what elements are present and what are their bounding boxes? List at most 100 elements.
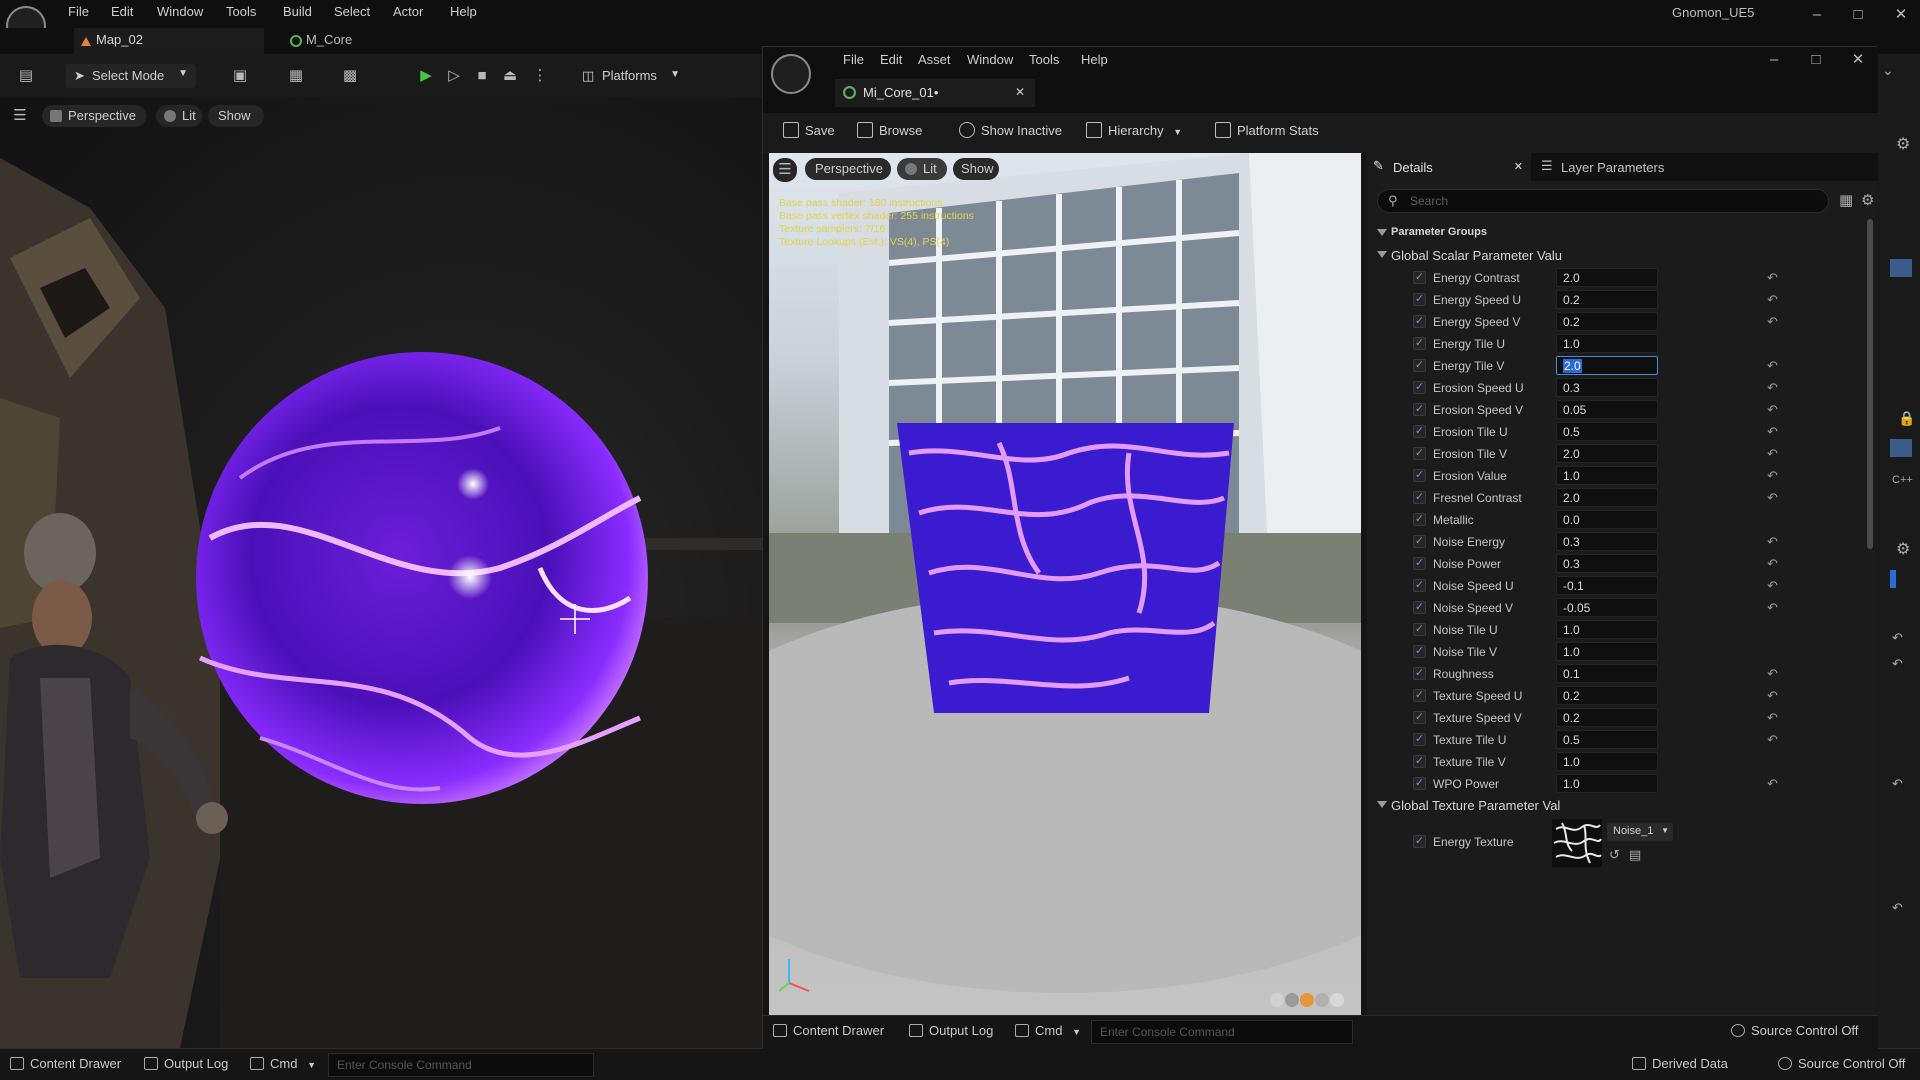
param-value-input[interactable]: 0.5: [1556, 422, 1658, 441]
mi-menu-edit[interactable]: Edit: [876, 51, 906, 68]
platform-stats-button[interactable]: Platform Stats: [1215, 122, 1319, 138]
chevron-down-icon[interactable]: ⌄: [1882, 62, 1894, 79]
reset-to-default-icon[interactable]: ↶: [1767, 688, 1778, 704]
texture-group-header[interactable]: Global Texture Parameter Val: [1367, 795, 1864, 817]
param-enable-checkbox[interactable]: ✓: [1413, 733, 1426, 746]
param-enable-checkbox[interactable]: ✓: [1413, 315, 1426, 328]
param-enable-checkbox[interactable]: ✓: [1413, 513, 1426, 526]
param-enable-checkbox[interactable]: ✓: [1413, 579, 1426, 592]
reset-to-default-icon[interactable]: ↶: [1767, 270, 1778, 286]
mi-lit-button[interactable]: Lit: [897, 158, 947, 180]
param-value-input[interactable]: 0.2: [1556, 312, 1658, 331]
reset-to-default-icon[interactable]: ↶: [1767, 776, 1778, 792]
eject-icon[interactable]: ⏏: [498, 64, 522, 88]
param-value-input[interactable]: 1.0: [1556, 334, 1658, 353]
param-enable-checkbox[interactable]: ✓: [1413, 403, 1426, 416]
maximize-icon[interactable]: □: [1801, 49, 1831, 71]
hamburger-menu-icon[interactable]: ☰: [773, 158, 797, 182]
maximize-icon[interactable]: □: [1843, 4, 1873, 26]
table-view-icon[interactable]: ▦: [1839, 191, 1853, 209]
minimize-icon[interactable]: –: [1802, 4, 1832, 26]
param-value-input[interactable]: 0.1: [1556, 664, 1658, 683]
reset-to-default-icon[interactable]: ↶: [1767, 578, 1778, 594]
add-actor-icon[interactable]: ▣: [228, 64, 252, 88]
param-value-input[interactable]: 1.0: [1556, 620, 1658, 639]
param-enable-checkbox[interactable]: ✓: [1413, 601, 1426, 614]
param-value-input[interactable]: 1.0: [1556, 642, 1658, 661]
param-enable-checkbox[interactable]: ✓: [1413, 381, 1426, 394]
menu-edit[interactable]: Edit: [107, 3, 137, 20]
menu-build[interactable]: Build: [279, 3, 316, 20]
param-enable-checkbox[interactable]: ✓: [1413, 535, 1426, 548]
reset-to-default-icon[interactable]: ↶: [1767, 314, 1778, 330]
param-value-input[interactable]: 1.0: [1556, 752, 1658, 771]
param-enable-checkbox[interactable]: ✓: [1413, 337, 1426, 350]
level-viewport[interactable]: [0, 98, 770, 1048]
param-enable-checkbox[interactable]: ✓: [1413, 359, 1426, 372]
param-enable-checkbox[interactable]: ✓: [1413, 835, 1426, 848]
menu-help[interactable]: Help: [446, 3, 481, 20]
mi-menu-file[interactable]: File: [839, 51, 868, 68]
param-enable-checkbox[interactable]: ✓: [1413, 557, 1426, 570]
save-all-icon[interactable]: ▤: [14, 64, 38, 88]
more-options-icon[interactable]: ⋮: [528, 64, 552, 88]
reset-to-default-icon[interactable]: ↶: [1767, 732, 1778, 748]
gear-icon[interactable]: ⚙: [1861, 191, 1874, 209]
reset-to-default-icon[interactable]: ↶: [1767, 292, 1778, 308]
details-search-input[interactable]: ⚲ Search: [1377, 189, 1829, 213]
menu-window[interactable]: Window: [153, 3, 207, 20]
param-enable-checkbox[interactable]: ✓: [1413, 491, 1426, 504]
details-scrollbar[interactable]: [1867, 219, 1873, 549]
cinematics-icon[interactable]: ▩: [338, 64, 362, 88]
reset-to-default-icon[interactable]: ↶: [1767, 380, 1778, 396]
param-enable-checkbox[interactable]: ✓: [1413, 469, 1426, 482]
close-tab-icon[interactable]: ✕: [1015, 85, 1025, 99]
unreal-logo-icon[interactable]: [771, 54, 811, 94]
reset-to-default-icon[interactable]: ↶: [1767, 446, 1778, 462]
save-button[interactable]: Save: [783, 122, 835, 138]
mi-perspective-button[interactable]: Perspective: [805, 158, 891, 180]
param-enable-checkbox[interactable]: ✓: [1413, 271, 1426, 284]
mi-menu-asset[interactable]: Asset: [914, 51, 955, 68]
reset-to-default-icon[interactable]: ↶: [1767, 424, 1778, 440]
param-value-input[interactable]: 2.0: [1556, 268, 1658, 287]
param-value-input[interactable]: 1.0: [1556, 774, 1658, 793]
menu-file[interactable]: File: [64, 3, 93, 20]
stop-icon[interactable]: ■: [470, 64, 494, 88]
reset-to-default-icon[interactable]: ↶: [1767, 666, 1778, 682]
param-value-input[interactable]: 0.2: [1556, 290, 1658, 309]
param-enable-checkbox[interactable]: ✓: [1413, 623, 1426, 636]
param-value-input[interactable]: 0.2: [1556, 708, 1658, 727]
mi-menu-window[interactable]: Window: [963, 51, 1017, 68]
hamburger-menu-icon[interactable]: ☰: [8, 104, 32, 128]
param-enable-checkbox[interactable]: ✓: [1413, 689, 1426, 702]
platforms-button[interactable]: ◫ Platforms ▼: [576, 64, 684, 88]
reset-to-default-icon[interactable]: ↶: [1767, 358, 1778, 374]
tab-map[interactable]: Map_02: [74, 28, 264, 54]
console-input[interactable]: Enter Console Command: [1091, 1020, 1353, 1044]
derived-data-button[interactable]: Derived Data: [1632, 1056, 1728, 1071]
param-value-input[interactable]: -0.05: [1556, 598, 1658, 617]
console-input[interactable]: Enter Console Command: [328, 1053, 594, 1077]
param-enable-checkbox[interactable]: ✓: [1413, 425, 1426, 438]
tab-details[interactable]: ✎ Details ✕: [1367, 153, 1531, 181]
mi-preview-viewport[interactable]: ☰ Perspective Lit Show Base pass shader:…: [769, 153, 1361, 1015]
browse-button[interactable]: Browse: [857, 122, 922, 138]
blueprint-icon[interactable]: ▦: [284, 64, 308, 88]
param-enable-checkbox[interactable]: ✓: [1413, 667, 1426, 680]
param-enable-checkbox[interactable]: ✓: [1413, 777, 1426, 790]
reset-to-default-icon[interactable]: ↶: [1767, 710, 1778, 726]
reset-arrow-icon[interactable]: ↶: [1892, 630, 1903, 646]
param-enable-checkbox[interactable]: ✓: [1413, 755, 1426, 768]
perspective-button[interactable]: Perspective: [42, 105, 146, 127]
param-enable-checkbox[interactable]: ✓: [1413, 447, 1426, 460]
play-icon[interactable]: ▶: [414, 64, 438, 88]
cmd-button[interactable]: Cmd ▼: [1015, 1023, 1081, 1038]
param-value-input[interactable]: 2.0: [1556, 444, 1658, 463]
reset-to-default-icon[interactable]: ↶: [1767, 468, 1778, 484]
param-enable-checkbox[interactable]: ✓: [1413, 293, 1426, 306]
use-selected-icon[interactable]: ↺: [1609, 847, 1620, 863]
cmd-button[interactable]: Cmd ▼: [250, 1056, 316, 1071]
reset-to-default-icon[interactable]: ↶: [1767, 490, 1778, 506]
reset-arrow-icon[interactable]: ↶: [1892, 656, 1903, 672]
